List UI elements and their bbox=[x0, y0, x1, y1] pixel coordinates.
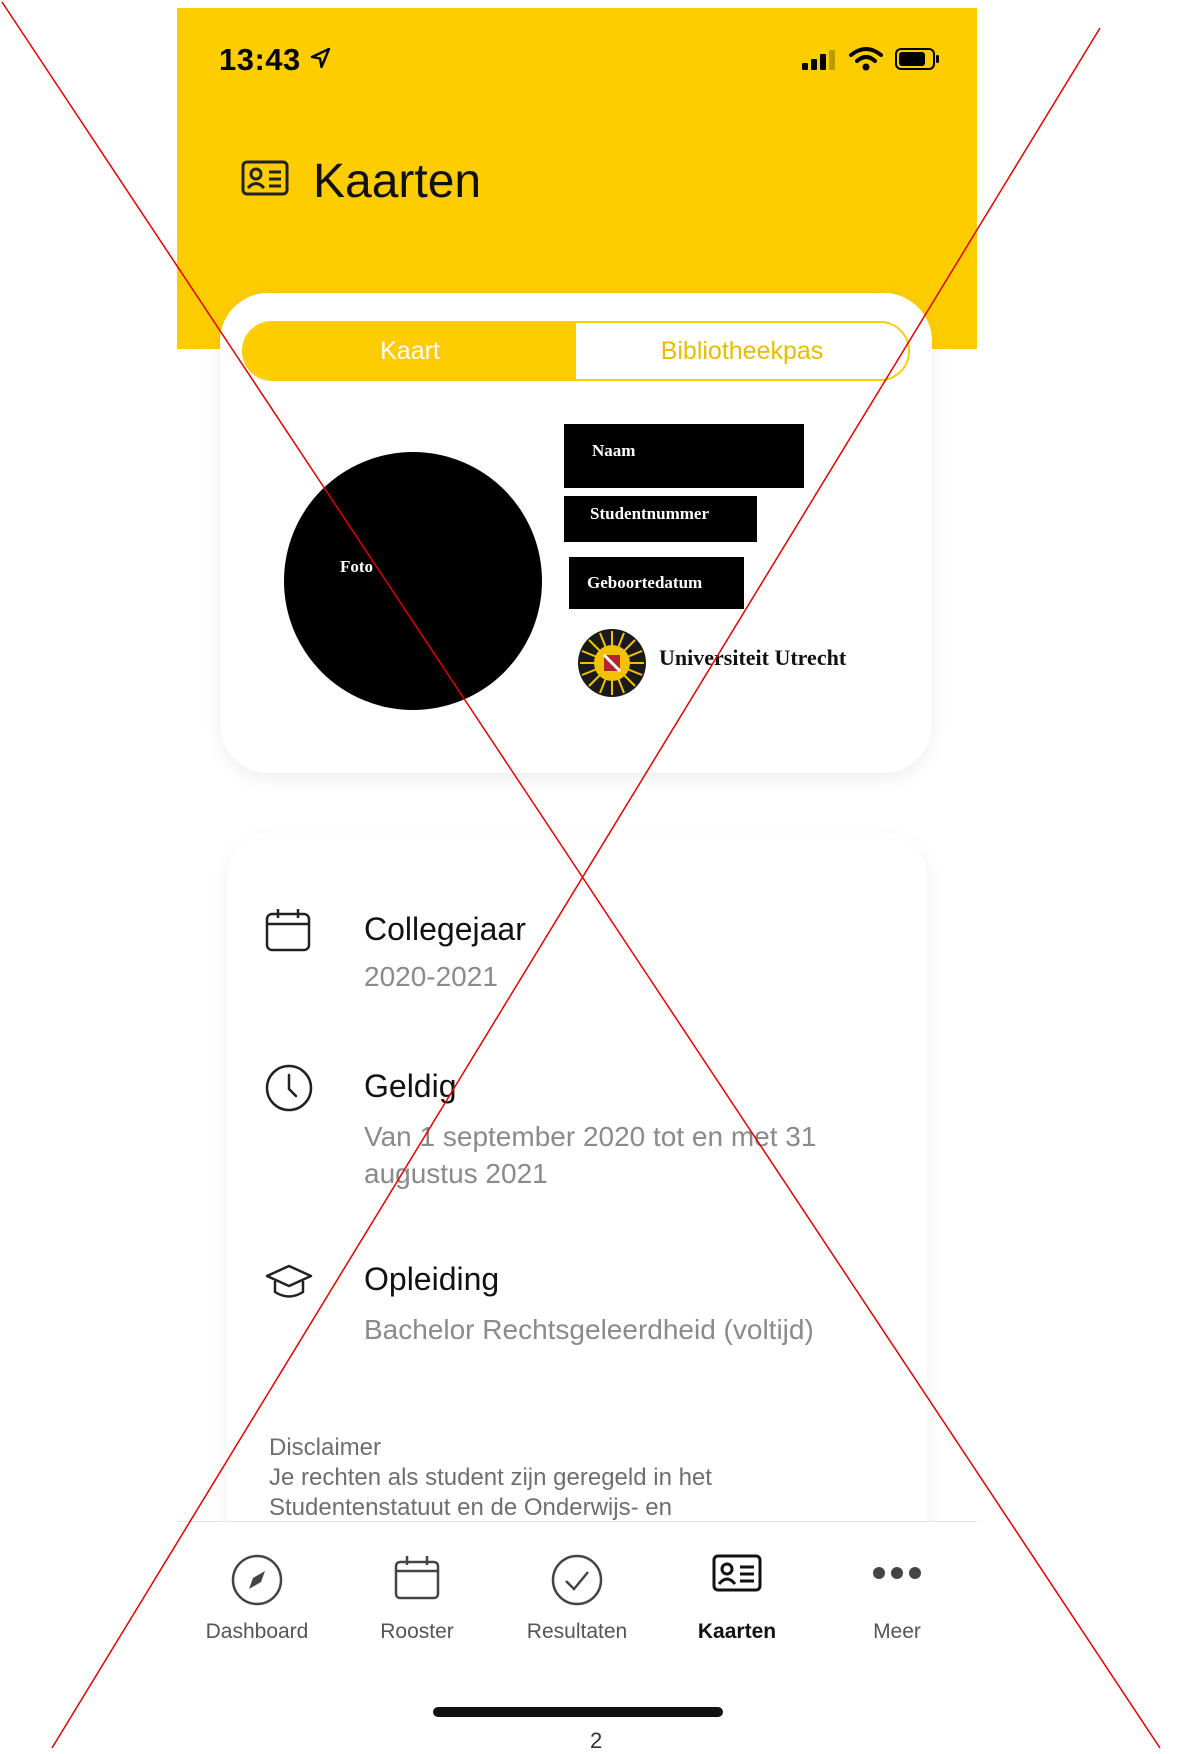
cross-out-mark bbox=[1, 1, 1161, 1748]
page: 13:43 Kaarten Kaart Bibliotheekpas Foto … bbox=[0, 0, 1181, 1753]
page-mark: 2 bbox=[590, 1728, 603, 1753]
